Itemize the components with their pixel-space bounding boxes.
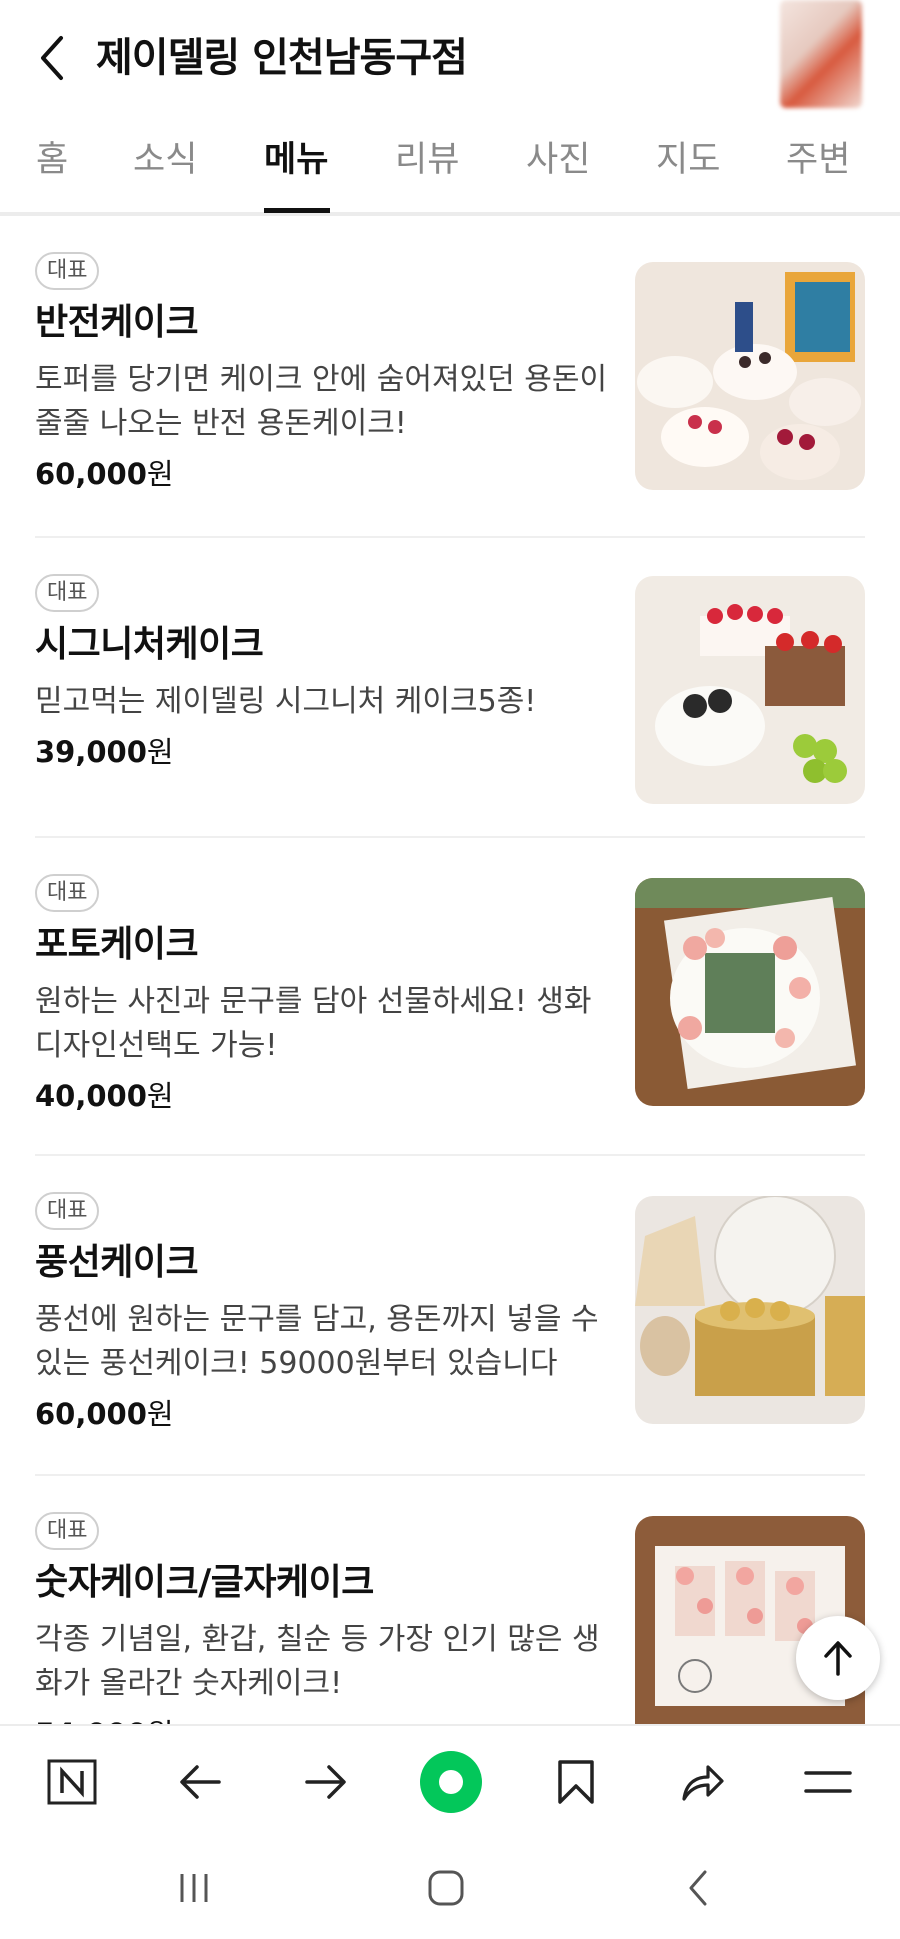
item-description: 믿고먹는 제이델링 시그니처 케이크5종! <box>35 684 537 719</box>
list-item[interactable]: 대표 숫자케이크/글자케이크 각종 기념일, 환갑, 칠순 등 가장 인기 많은… <box>35 1476 865 1726</box>
item-name: 숫자케이크/글자케이크 <box>35 1562 374 1603</box>
price-value: 40,000 <box>35 1079 147 1113</box>
item-photo[interactable] <box>635 1196 865 1424</box>
list-item[interactable]: 대표 풍선케이크 풍선에 원하는 문구를 담고, 용돈까지 넣을 수 있는 풍선… <box>35 1156 865 1474</box>
page-title: 제이델링 인천남동구점 <box>96 35 468 81</box>
list-item[interactable]: 대표 시그니처케이크 믿고먹는 제이델링 시그니처 케이크5종! 39,000원 <box>35 538 865 836</box>
item-price: 40,000원 <box>35 1076 174 1116</box>
badge-representative: 대표 <box>35 1192 100 1230</box>
badge-representative: 대표 <box>35 1512 100 1550</box>
tab-active-indicator <box>264 208 330 213</box>
recent-apps-icon <box>180 1874 208 1902</box>
price-value: 39,000 <box>35 735 147 769</box>
item-name: 시그니처케이크 <box>35 624 264 665</box>
browser-toolbar <box>0 1724 900 1836</box>
item-price: 60,000원 <box>35 1394 174 1434</box>
list-item[interactable]: 대표 포토케이크 원하는 사진과 문구를 담아 선물하세요! 생화디자인선택도 … <box>35 838 865 1154</box>
item-photo[interactable] <box>635 262 865 490</box>
naver-n-icon <box>47 1759 97 1805</box>
item-description: 각종 기념일, 환갑, 칠순 등 가장 인기 많은 생화가 올라간 숫자케이크! <box>35 1622 600 1701</box>
share-icon <box>682 1765 724 1801</box>
home-icon <box>428 1870 464 1906</box>
back-icon <box>689 1870 707 1906</box>
naver-home-button[interactable] <box>36 1746 108 1818</box>
tab-news[interactable]: 소식 <box>133 136 197 184</box>
tab-menu[interactable]: 메뉴 <box>264 136 328 184</box>
item-price: 39,000원 <box>35 732 174 772</box>
tab-map[interactable]: 지도 <box>656 136 720 184</box>
item-price: 60,000원 <box>35 454 174 494</box>
tab-nearby[interactable]: 주변 <box>786 136 850 184</box>
tab-photos[interactable]: 사진 <box>526 136 590 184</box>
price-value: 60,000 <box>35 457 147 491</box>
tab-bar: 홈 소식 메뉴 리뷰 사진 지도 주변 <box>0 112 900 216</box>
browser-forward-button[interactable] <box>290 1746 362 1818</box>
badge-representative: 대표 <box>35 874 100 912</box>
place-thumbnail[interactable] <box>780 0 862 108</box>
green-dot-button[interactable] <box>415 1746 487 1818</box>
bookmark-button[interactable] <box>540 1746 612 1818</box>
item-name: 풍선케이크 <box>35 1242 199 1283</box>
item-description: 토퍼를 당기면 케이크 안에 숨어져있던 용돈이 줄줄 나오는 반전 용돈케이크… <box>35 362 608 441</box>
share-button[interactable] <box>666 1746 738 1818</box>
item-photo[interactable] <box>635 878 865 1106</box>
price-currency: 원 <box>146 1079 174 1113</box>
arrow-right-icon <box>305 1765 346 1799</box>
system-back-button[interactable] <box>668 1858 728 1918</box>
tab-home[interactable]: 홈 <box>36 136 68 184</box>
price-value: 60,000 <box>35 1397 147 1431</box>
price-currency: 원 <box>146 735 174 769</box>
scroll-to-top-button[interactable] <box>796 1616 880 1700</box>
arrow-up-icon <box>824 1641 852 1676</box>
item-name: 포토케이크 <box>35 924 199 965</box>
list-item[interactable]: 대표 반전케이크 토퍼를 당기면 케이크 안에 숨어져있던 용돈이 줄줄 나오는… <box>35 216 865 536</box>
green-dot-icon <box>420 1751 482 1813</box>
price-currency: 원 <box>146 457 174 491</box>
price-currency: 원 <box>146 1397 174 1431</box>
menu-icon <box>804 1771 852 1793</box>
system-navigation-bar <box>0 1836 900 1939</box>
arrow-left-icon <box>180 1765 221 1799</box>
item-name: 반전케이크 <box>35 302 199 343</box>
chevron-left-icon <box>41 36 63 80</box>
item-description: 풍선에 원하는 문구를 담고, 용돈까지 넣을 수 있는 풍선케이크! 5900… <box>35 1302 599 1381</box>
tab-review[interactable]: 리뷰 <box>395 136 459 184</box>
app-header: 제이델링 인천남동구점 <box>0 0 900 112</box>
item-photo[interactable] <box>635 576 865 804</box>
system-home-button[interactable] <box>416 1858 476 1918</box>
badge-representative: 대표 <box>35 252 100 290</box>
browser-back-button[interactable] <box>164 1746 236 1818</box>
badge-representative: 대표 <box>35 574 100 612</box>
recent-apps-button[interactable] <box>164 1858 224 1918</box>
bookmark-icon <box>558 1760 594 1804</box>
item-description: 원하는 사진과 문구를 담아 선물하세요! 생화디자인선택도 가능! <box>35 984 592 1063</box>
back-button[interactable] <box>30 30 74 86</box>
menu-button[interactable] <box>792 1746 864 1818</box>
